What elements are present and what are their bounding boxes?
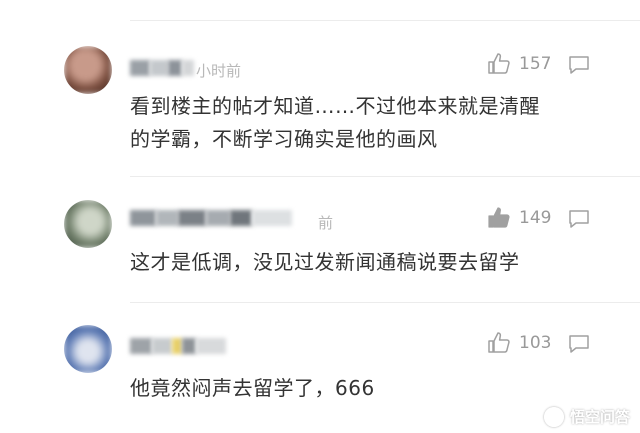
like-button[interactable]: 149 xyxy=(487,206,551,230)
like-count: 149 xyxy=(519,208,552,228)
watermark: 悟空问答 xyxy=(543,406,630,427)
watermark-text: 悟空问答 xyxy=(569,408,630,426)
comment-text: 看到楼主的帖才知道……不过他本来就是清醒 的学霸，不断学习确实是他的画风 xyxy=(130,90,540,156)
comment-text-line: 他竟然闷声去留学了，666 xyxy=(130,376,375,400)
thumbs-up-icon xyxy=(488,207,510,228)
avatar[interactable] xyxy=(64,46,112,94)
like-button[interactable]: 157 xyxy=(487,52,551,76)
like-count: 157 xyxy=(519,54,552,74)
user-name[interactable] xyxy=(130,336,226,356)
comment-bubble-icon[interactable] xyxy=(567,54,591,76)
comment-text-line: 的学霸，不断学习确实是他的画风 xyxy=(130,127,438,151)
comment-divider xyxy=(130,176,640,177)
wukong-logo-icon xyxy=(543,406,564,427)
comment-bubble-icon[interactable] xyxy=(567,208,591,230)
comment-time: 小时前 xyxy=(196,62,242,80)
like-button[interactable]: 103 xyxy=(487,331,551,355)
avatar[interactable] xyxy=(64,325,112,373)
comment-text: 这才是低调，没见过发新闻通稿说要去留学 xyxy=(130,246,520,279)
comment-text: 他竟然闷声去留学了，666 xyxy=(130,372,375,405)
like-count: 103 xyxy=(519,333,552,353)
comment-time: 前 xyxy=(318,214,334,232)
top-divider xyxy=(130,20,640,21)
avatar[interactable] xyxy=(64,200,112,248)
user-name[interactable] xyxy=(130,208,292,228)
comment-text-line: 这才是低调，没见过发新闻通稿说要去留学 xyxy=(130,250,520,274)
thumbs-up-icon xyxy=(488,332,510,353)
user-name[interactable] xyxy=(130,58,194,78)
comment-bubble-icon[interactable] xyxy=(567,333,591,355)
comment-text-line: 看到楼主的帖才知道……不过他本来就是清醒 xyxy=(130,94,540,118)
thumbs-up-icon xyxy=(488,53,510,74)
comment-divider xyxy=(130,302,640,303)
